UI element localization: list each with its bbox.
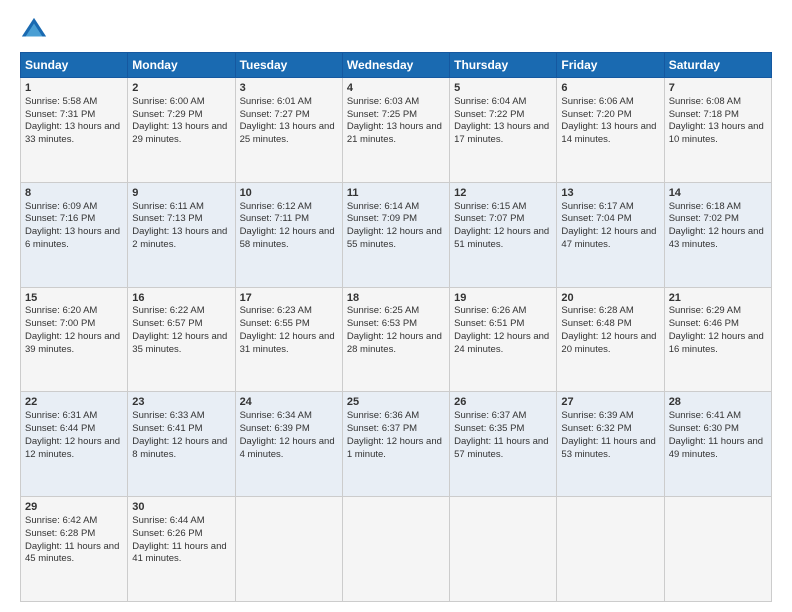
calendar-week-2: 8Sunrise: 6:09 AMSunset: 7:16 PMDaylight… bbox=[21, 182, 772, 287]
logo bbox=[20, 16, 52, 44]
calendar-cell-12: 12Sunrise: 6:15 AMSunset: 7:07 PMDayligh… bbox=[450, 182, 557, 287]
calendar-cell-empty bbox=[450, 497, 557, 602]
calendar-cell-5: 5Sunrise: 6:04 AMSunset: 7:22 PMDaylight… bbox=[450, 78, 557, 183]
calendar-cell-7: 7Sunrise: 6:08 AMSunset: 7:18 PMDaylight… bbox=[664, 78, 771, 183]
calendar-cell-27: 27Sunrise: 6:39 AMSunset: 6:32 PMDayligh… bbox=[557, 392, 664, 497]
logo-icon bbox=[20, 16, 48, 44]
calendar-cell-13: 13Sunrise: 6:17 AMSunset: 7:04 PMDayligh… bbox=[557, 182, 664, 287]
calendar-cell-3: 3Sunrise: 6:01 AMSunset: 7:27 PMDaylight… bbox=[235, 78, 342, 183]
day-header-tuesday: Tuesday bbox=[235, 53, 342, 78]
calendar-page: SundayMondayTuesdayWednesdayThursdayFrid… bbox=[0, 0, 792, 612]
calendar-cell-22: 22Sunrise: 6:31 AMSunset: 6:44 PMDayligh… bbox=[21, 392, 128, 497]
calendar-cell-16: 16Sunrise: 6:22 AMSunset: 6:57 PMDayligh… bbox=[128, 287, 235, 392]
day-header-friday: Friday bbox=[557, 53, 664, 78]
calendar-header-row: SundayMondayTuesdayWednesdayThursdayFrid… bbox=[21, 53, 772, 78]
calendar-cell-6: 6Sunrise: 6:06 AMSunset: 7:20 PMDaylight… bbox=[557, 78, 664, 183]
calendar-cell-19: 19Sunrise: 6:26 AMSunset: 6:51 PMDayligh… bbox=[450, 287, 557, 392]
calendar-cell-empty bbox=[557, 497, 664, 602]
calendar-cell-2: 2Sunrise: 6:00 AMSunset: 7:29 PMDaylight… bbox=[128, 78, 235, 183]
calendar-cell-29: 29Sunrise: 6:42 AMSunset: 6:28 PMDayligh… bbox=[21, 497, 128, 602]
calendar-cell-empty bbox=[342, 497, 449, 602]
calendar-week-3: 15Sunrise: 6:20 AMSunset: 7:00 PMDayligh… bbox=[21, 287, 772, 392]
calendar-cell-11: 11Sunrise: 6:14 AMSunset: 7:09 PMDayligh… bbox=[342, 182, 449, 287]
calendar-table: SundayMondayTuesdayWednesdayThursdayFrid… bbox=[20, 52, 772, 602]
calendar-cell-25: 25Sunrise: 6:36 AMSunset: 6:37 PMDayligh… bbox=[342, 392, 449, 497]
calendar-cell-15: 15Sunrise: 6:20 AMSunset: 7:00 PMDayligh… bbox=[21, 287, 128, 392]
calendar-cell-23: 23Sunrise: 6:33 AMSunset: 6:41 PMDayligh… bbox=[128, 392, 235, 497]
calendar-week-5: 29Sunrise: 6:42 AMSunset: 6:28 PMDayligh… bbox=[21, 497, 772, 602]
day-header-monday: Monday bbox=[128, 53, 235, 78]
calendar-cell-30: 30Sunrise: 6:44 AMSunset: 6:26 PMDayligh… bbox=[128, 497, 235, 602]
calendar-cell-28: 28Sunrise: 6:41 AMSunset: 6:30 PMDayligh… bbox=[664, 392, 771, 497]
calendar-week-4: 22Sunrise: 6:31 AMSunset: 6:44 PMDayligh… bbox=[21, 392, 772, 497]
header bbox=[20, 16, 772, 44]
day-header-thursday: Thursday bbox=[450, 53, 557, 78]
calendar-week-1: 1Sunrise: 5:58 AMSunset: 7:31 PMDaylight… bbox=[21, 78, 772, 183]
calendar-cell-empty bbox=[235, 497, 342, 602]
calendar-cell-empty bbox=[664, 497, 771, 602]
calendar-cell-21: 21Sunrise: 6:29 AMSunset: 6:46 PMDayligh… bbox=[664, 287, 771, 392]
calendar-cell-10: 10Sunrise: 6:12 AMSunset: 7:11 PMDayligh… bbox=[235, 182, 342, 287]
calendar-cell-24: 24Sunrise: 6:34 AMSunset: 6:39 PMDayligh… bbox=[235, 392, 342, 497]
calendar-cell-26: 26Sunrise: 6:37 AMSunset: 6:35 PMDayligh… bbox=[450, 392, 557, 497]
calendar-cell-9: 9Sunrise: 6:11 AMSunset: 7:13 PMDaylight… bbox=[128, 182, 235, 287]
calendar-cell-8: 8Sunrise: 6:09 AMSunset: 7:16 PMDaylight… bbox=[21, 182, 128, 287]
calendar-cell-18: 18Sunrise: 6:25 AMSunset: 6:53 PMDayligh… bbox=[342, 287, 449, 392]
day-header-wednesday: Wednesday bbox=[342, 53, 449, 78]
calendar-cell-17: 17Sunrise: 6:23 AMSunset: 6:55 PMDayligh… bbox=[235, 287, 342, 392]
calendar-cell-4: 4Sunrise: 6:03 AMSunset: 7:25 PMDaylight… bbox=[342, 78, 449, 183]
day-header-saturday: Saturday bbox=[664, 53, 771, 78]
calendar-cell-20: 20Sunrise: 6:28 AMSunset: 6:48 PMDayligh… bbox=[557, 287, 664, 392]
day-header-sunday: Sunday bbox=[21, 53, 128, 78]
calendar-cell-1: 1Sunrise: 5:58 AMSunset: 7:31 PMDaylight… bbox=[21, 78, 128, 183]
calendar-cell-14: 14Sunrise: 6:18 AMSunset: 7:02 PMDayligh… bbox=[664, 182, 771, 287]
